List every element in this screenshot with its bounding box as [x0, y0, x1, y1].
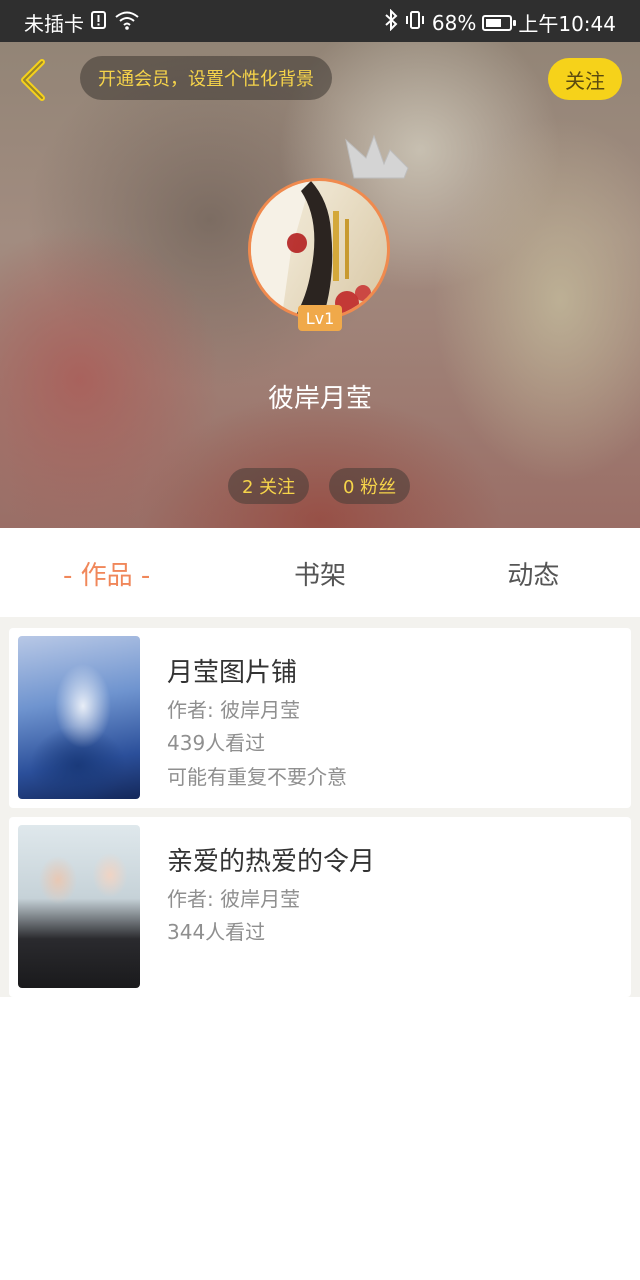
avatar[interactable] — [248, 178, 390, 320]
bluetooth-icon — [384, 8, 398, 36]
tab-active-dash-left: - — [63, 560, 81, 591]
back-arrow-icon — [21, 59, 45, 101]
wifi-icon — [114, 10, 140, 35]
work-author: 作者: 彼岸月莹 — [167, 887, 301, 911]
work-author: 作者: 彼岸月莹 — [167, 698, 301, 722]
work-description: 可能有重复不要介意 — [167, 765, 347, 789]
work-cover-image — [18, 636, 140, 799]
follow-button-label: 关注 — [565, 68, 605, 93]
tab-active-dash-right: - — [132, 560, 151, 591]
work-views: 439人看过 — [167, 731, 266, 755]
following-count-text: 2 关注 — [242, 477, 296, 498]
level-badge: Lv1 — [298, 305, 342, 331]
battery-percent: 68% — [431, 10, 477, 35]
vip-banner-text: 开通会员，设置个性化背景 — [98, 69, 314, 90]
back-button[interactable] — [14, 56, 54, 104]
tab-activity-label: 动态 — [507, 560, 560, 591]
tab-works[interactable]: - 作品 - — [0, 555, 213, 592]
carrier-text: 未插卡 — [24, 12, 84, 36]
tab-activity[interactable]: 动态 — [427, 555, 640, 592]
tab-bookshelf[interactable]: 书架 — [213, 555, 426, 592]
fans-count-button[interactable]: 0 粉丝 — [329, 468, 411, 504]
work-title: 亲爱的热爱的令月 — [167, 847, 376, 877]
follow-button[interactable]: 关注 — [548, 58, 622, 100]
clock: 上午10:44 — [518, 12, 616, 36]
work-title: 月莹图片铺 — [167, 658, 298, 688]
tab-bookshelf-label: 书架 — [293, 560, 346, 591]
username: 彼岸月莹 — [267, 384, 372, 414]
tab-works-label: 作品 — [80, 560, 133, 591]
battery-fill — [486, 18, 502, 27]
following-count-button[interactable]: 2 关注 — [228, 468, 310, 504]
sim-alert-icon — [90, 10, 108, 35]
profile-tabs: - 作品 - 书架 动态 — [0, 529, 640, 617]
level-text: Lv1 — [305, 308, 335, 328]
list-item[interactable]: 亲爱的热爱的令月 作者: 彼岸月莹 344人看过 — [9, 817, 631, 997]
status-bar: 未插卡 68% 上午10:44 — [0, 0, 640, 42]
battery-icon — [482, 14, 517, 31]
vibrate-icon — [404, 9, 426, 36]
work-cover-image — [18, 825, 140, 988]
work-views: 344人看过 — [167, 920, 266, 944]
list-item[interactable]: 月莹图片铺 作者: 彼岸月莹 439人看过 可能有重复不要介意 — [9, 628, 631, 808]
avatar-image — [251, 181, 371, 317]
fans-count-text: 0 粉丝 — [343, 477, 397, 498]
vip-background-banner[interactable]: 开通会员，设置个性化背景 — [80, 56, 332, 100]
